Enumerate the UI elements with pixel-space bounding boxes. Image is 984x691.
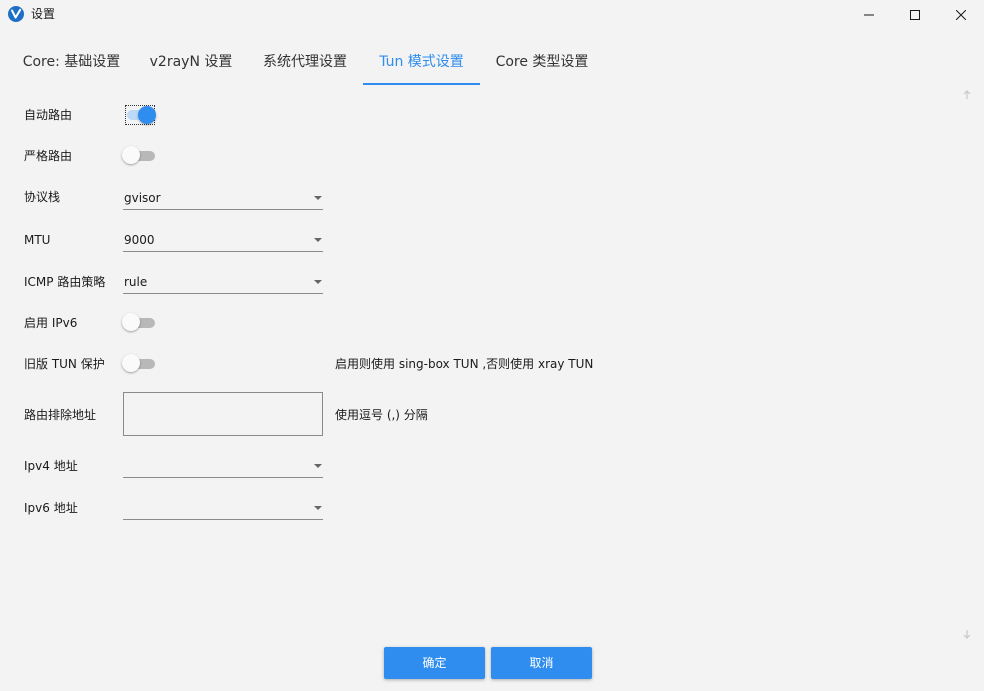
- settings-tabs: Core: 基础设置 v2rayN 设置 系统代理设置 Tun 模式设置 Cor…: [0, 40, 984, 86]
- enable-ipv6-label: 启用 IPv6: [24, 316, 78, 330]
- dropdown-arrow-icon: [314, 506, 322, 510]
- arrow-up-icon: [963, 90, 971, 99]
- minimize-button[interactable]: [846, 0, 892, 29]
- mtu-select[interactable]: 9000: [123, 230, 323, 252]
- dropdown-arrow-icon: [314, 280, 322, 284]
- settings-window: 设置 Core: 基础设置 v2rayN 设置 系统代理设置 Tun 模式设置 …: [0, 0, 984, 691]
- enable-ipv6-toggle[interactable]: [122, 313, 156, 333]
- maximize-button[interactable]: [892, 0, 938, 29]
- mtu-label: MTU: [24, 233, 51, 247]
- legacy-tun-protect-toggle[interactable]: [122, 354, 156, 374]
- minimize-icon: [864, 14, 874, 15]
- ipv6-address-label: Ipv6 地址: [24, 501, 78, 515]
- tab-v2rayn[interactable]: v2rayN 设置: [139, 40, 243, 85]
- route-exclude-label: 路由排除地址: [24, 408, 97, 422]
- dropdown-arrow-icon: [314, 196, 322, 200]
- icmp-routing-value: rule: [124, 275, 148, 289]
- toggle-thumb: [122, 313, 140, 331]
- icmp-routing-label: ICMP 路由策略: [24, 275, 106, 289]
- route-exclude-input[interactable]: [123, 392, 323, 436]
- stack-select[interactable]: gvisor: [123, 188, 323, 210]
- strict-route-label: 严格路由: [24, 149, 73, 163]
- tab-system-proxy[interactable]: 系统代理设置: [251, 40, 359, 85]
- scroll-up-button[interactable]: [959, 87, 975, 103]
- scroll-down-button[interactable]: [959, 626, 975, 642]
- cancel-button[interactable]: 取消: [491, 647, 592, 679]
- auto-route-toggle[interactable]: [122, 105, 156, 125]
- maximize-icon: [910, 9, 920, 20]
- close-icon: [956, 9, 966, 20]
- mtu-value: 9000: [124, 233, 155, 247]
- close-button[interactable]: [938, 0, 984, 29]
- auto-route-label: 自动路由: [24, 108, 73, 122]
- strict-route-toggle[interactable]: [122, 146, 156, 166]
- window-title: 设置: [31, 7, 56, 21]
- legacy-tun-protect-hint: 启用则使用 sing-box TUN ,否则使用 xray TUN: [335, 357, 594, 371]
- arrow-down-icon: [963, 630, 971, 639]
- toggle-thumb: [122, 146, 140, 164]
- title-bar: 设置: [0, 0, 984, 29]
- v2rayn-logo-icon: [8, 6, 24, 22]
- ipv6-address-select[interactable]: [123, 498, 323, 520]
- toggle-thumb: [122, 354, 140, 372]
- route-exclude-hint: 使用逗号 (,) 分隔: [335, 408, 428, 422]
- stack-value: gvisor: [124, 191, 161, 205]
- legacy-tun-protect-label: 旧版 TUN 保护: [24, 357, 105, 371]
- icmp-routing-select[interactable]: rule: [123, 272, 323, 294]
- stack-label: 协议栈: [24, 190, 61, 204]
- tab-core-basic[interactable]: Core: 基础设置: [12, 40, 131, 85]
- tab-tun-mode[interactable]: Tun 模式设置: [363, 40, 480, 85]
- dropdown-arrow-icon: [314, 238, 322, 242]
- tab-core-type[interactable]: Core 类型设置: [484, 40, 600, 85]
- ipv4-address-label: Ipv4 地址: [24, 459, 78, 473]
- toggle-thumb: [138, 106, 156, 124]
- ok-button[interactable]: 确定: [384, 647, 485, 679]
- ipv4-address-select[interactable]: [123, 456, 323, 478]
- dropdown-arrow-icon: [314, 464, 322, 468]
